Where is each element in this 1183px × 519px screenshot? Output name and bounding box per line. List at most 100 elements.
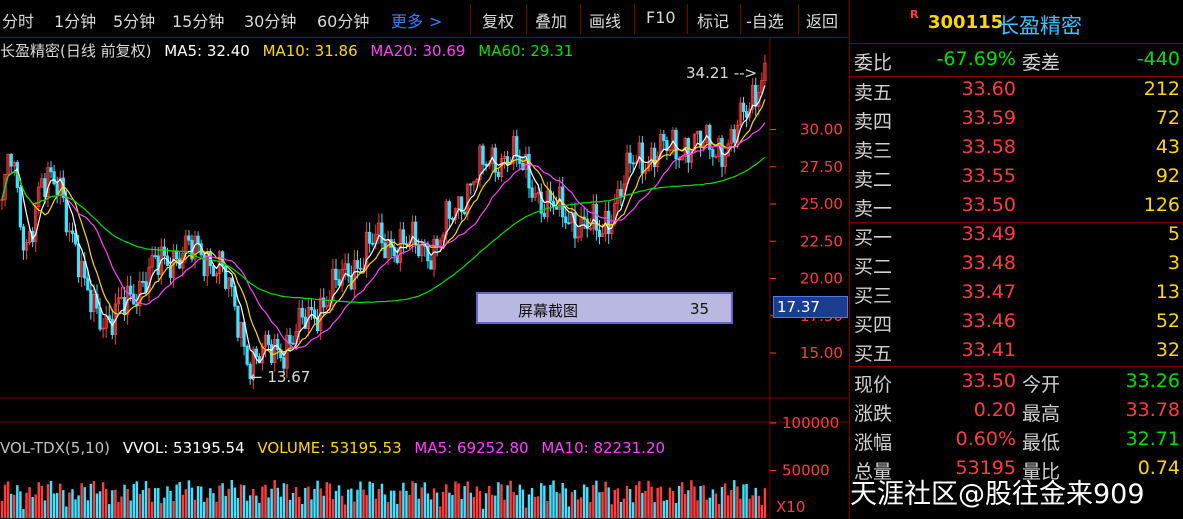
candle-body <box>380 222 384 244</box>
volume-bar <box>610 504 613 518</box>
volume-bar <box>172 501 175 518</box>
period-tab-fenshi[interactable]: 分时 <box>2 8 34 32</box>
volume-bar <box>92 480 96 518</box>
candle-body <box>515 136 519 157</box>
volume-bar <box>239 484 243 518</box>
stock-code: 300115 <box>928 12 1004 33</box>
volume-bar <box>457 483 460 518</box>
volume-bar <box>389 490 393 518</box>
volume-bar <box>536 496 540 518</box>
candle-body <box>619 189 623 197</box>
volume-legend: VOL-TDX(5,10) VVOL: 53195.54 VOLUME: 531… <box>0 439 673 457</box>
volume-bar <box>224 495 227 518</box>
volume-bar <box>209 488 212 518</box>
candle-body <box>383 242 387 259</box>
candle-body <box>417 244 421 257</box>
volume-bar <box>475 486 479 518</box>
volume-bar <box>374 498 378 518</box>
candle-body <box>282 357 286 369</box>
f10-button[interactable]: F10 <box>646 8 676 27</box>
volume-bar <box>58 483 62 518</box>
period-tab-30min[interactable]: 30分钟 <box>244 8 296 32</box>
volume-bar <box>98 491 102 518</box>
volume-bar <box>662 500 666 518</box>
volume-bar <box>343 504 347 518</box>
restore-rights-button[interactable]: 复权 <box>482 8 514 32</box>
volume-bar <box>252 488 255 518</box>
candle-body <box>662 134 666 141</box>
level-volume: 5 <box>1167 223 1180 245</box>
volume-bar <box>282 483 286 518</box>
candle-body <box>64 197 68 233</box>
period-tab-5min[interactable]: 5分钟 <box>113 8 155 32</box>
volume-bar <box>193 499 197 518</box>
volume-bar <box>166 486 169 518</box>
volume-bar <box>760 505 764 518</box>
y-tick-label: 30.00 <box>800 121 843 139</box>
margin-trading-mark: R <box>910 8 919 21</box>
level-price: 33.47 <box>961 281 1016 303</box>
volume-bar <box>552 480 555 518</box>
volume-bar <box>705 499 708 518</box>
volume-bar <box>530 487 534 518</box>
volume-bar <box>368 481 371 518</box>
volume-bar <box>62 490 65 518</box>
vol-tick-label: 50000 <box>782 462 830 480</box>
volume-bar <box>448 492 451 518</box>
volume-bar <box>622 498 626 518</box>
screenshot-count: 35 <box>690 300 710 318</box>
candle-body <box>70 230 75 234</box>
toolbar-divider <box>634 4 635 34</box>
overlay-button[interactable]: 叠加 <box>535 8 567 32</box>
volume-bar <box>86 500 90 518</box>
volume-bar <box>371 483 374 518</box>
screenshot-tooltip[interactable]: 屏幕截图 35 <box>476 292 733 324</box>
more-label: 更多 <box>391 12 424 31</box>
period-tab-1min[interactable]: 1分钟 <box>54 8 96 32</box>
back-button[interactable]: 返回 <box>806 8 838 32</box>
volume-bar <box>720 486 724 518</box>
volume-bar <box>129 500 132 518</box>
volume-bar <box>460 499 463 518</box>
remove-watchlist-button[interactable]: -自选 <box>746 8 784 32</box>
kline-chart-panel[interactable]: 30.0027.5025.0022.5020.0017.5015.0010000… <box>0 38 848 519</box>
vvol-value: VVOL: 53195.54 <box>122 439 245 457</box>
volume-bar <box>567 506 571 518</box>
volume-bar <box>659 486 662 518</box>
vol-ma5-value: MA5: 69252.80 <box>414 439 529 457</box>
volume-bar <box>52 493 56 518</box>
volume-bar <box>270 488 273 518</box>
volume-bar <box>711 489 715 518</box>
mark-button[interactable]: 标记 <box>697 8 729 32</box>
candle-body <box>76 243 81 278</box>
divider <box>850 76 1183 77</box>
volume-bar <box>276 487 279 518</box>
volume-bar <box>579 497 583 518</box>
volume-bar <box>68 492 71 518</box>
volume-scale-label: X10 <box>776 498 805 516</box>
stat-value-2: 33.78 <box>1125 399 1180 421</box>
period-tab-15min[interactable]: 15分钟 <box>172 8 224 32</box>
draw-line-button[interactable]: 画线 <box>589 8 621 32</box>
candle-body <box>245 345 249 365</box>
volume-bar <box>696 500 699 518</box>
high-price-annotation: 34.21 --> <box>686 64 757 82</box>
volume-bar <box>150 501 154 518</box>
stat-label: 涨幅 <box>854 432 893 454</box>
volume-bar <box>301 504 304 518</box>
volume-bar <box>472 497 476 518</box>
ma20-value: MA20: 30.69 <box>370 42 466 60</box>
volume-bar <box>190 487 194 518</box>
volume-bar <box>451 495 454 518</box>
volume-bar <box>123 484 126 518</box>
volume-bar <box>693 486 696 518</box>
volume-bar <box>503 499 506 518</box>
period-tab-60min[interactable]: 60分钟 <box>317 8 369 32</box>
watermark-text: 天涯社区@股往金来909 <box>850 479 1145 510</box>
candle-body <box>469 183 473 186</box>
candle-body <box>162 246 167 257</box>
more-periods-button[interactable]: 更多 > <box>391 8 442 32</box>
volume-bar <box>549 484 552 518</box>
volume-bar <box>264 484 267 518</box>
volume-bar <box>491 494 494 518</box>
